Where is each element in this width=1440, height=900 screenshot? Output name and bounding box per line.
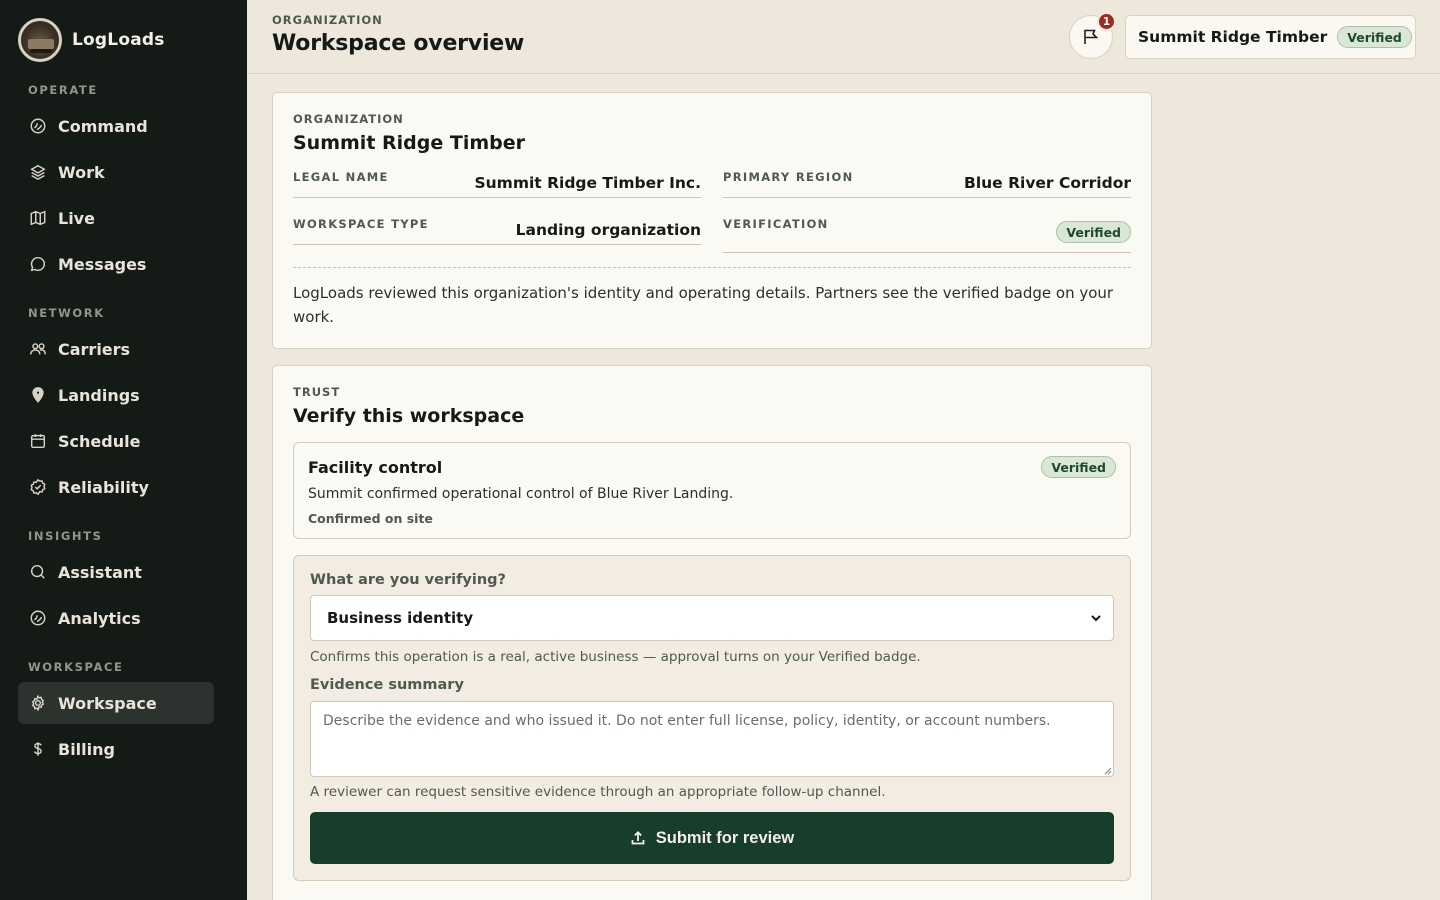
submit-for-review-button[interactable]: Submit for review — [310, 812, 1114, 864]
sidebar-item-messages[interactable]: Messages — [18, 243, 214, 285]
field-label: VERIFICATION — [723, 217, 829, 231]
facility-description: Summit confirmed operational control of … — [308, 486, 734, 502]
analytics-icon — [28, 608, 48, 628]
field-value: Landing organization — [515, 221, 701, 239]
sidebar-item-label: Work — [58, 162, 105, 182]
organization-card: ORGANIZATION Summit Ridge Timber LEGAL N… — [272, 92, 1152, 349]
nav-section-network: NETWORK — [28, 306, 105, 320]
field-label: WORKSPACE TYPE — [293, 217, 429, 231]
verification-type-help: Confirms this operation is a real, activ… — [310, 649, 921, 665]
search-icon — [28, 562, 48, 582]
sidebar-item-landings[interactable]: Landings — [18, 374, 214, 416]
field-label: PRIMARY REGION — [723, 170, 854, 184]
org-name: Summit Ridge Timber — [1138, 28, 1328, 46]
sidebar-item-label: Landings — [58, 385, 140, 405]
calendar-icon — [28, 431, 48, 451]
sidebar-item-label: Workspace — [58, 693, 157, 713]
field-value: Blue River Corridor — [964, 174, 1131, 192]
notifications-button[interactable]: 1 — [1069, 12, 1116, 59]
badge-check-icon — [28, 477, 48, 497]
nav-section-insights: INSIGHTS — [28, 529, 103, 543]
divider — [293, 267, 1131, 268]
field-label: LEGAL NAME — [293, 170, 389, 184]
gear-icon — [28, 693, 48, 713]
sidebar-item-reliability[interactable]: Reliability — [18, 466, 214, 508]
evidence-summary-textarea[interactable] — [310, 701, 1114, 777]
field-value: Summit Ridge Timber Inc. — [474, 174, 701, 192]
verification-status-badge: Verified — [1056, 221, 1131, 243]
flag-icon — [1081, 27, 1101, 47]
verification-form: What are you verifying? Business identit… — [293, 555, 1131, 881]
map-icon — [28, 208, 48, 228]
sidebar-item-carriers[interactable]: Carriers — [18, 328, 214, 370]
sidebar-item-assistant[interactable]: Assistant — [18, 551, 214, 593]
sidebar-item-schedule[interactable]: Schedule — [18, 420, 214, 462]
header-eyebrow: ORGANIZATION — [272, 13, 383, 27]
notification-count-badge: 1 — [1097, 12, 1116, 31]
verification-type-select[interactable]: Business identity — [310, 595, 1114, 641]
chat-icon — [28, 254, 48, 274]
layers-icon — [28, 162, 48, 182]
verified-badge: Verified — [1337, 26, 1412, 48]
brand[interactable]: LogLoads — [18, 18, 165, 62]
facility-verified-badge: Verified — [1041, 456, 1116, 478]
organization-description: LogLoads reviewed this organization's id… — [293, 284, 1114, 326]
org-switcher[interactable]: Summit Ridge Timber Verified — [1125, 15, 1416, 59]
card-title: Summit Ridge Timber — [293, 132, 525, 154]
card-title: Verify this workspace — [293, 405, 525, 427]
field-verification: VERIFICATION Verified — [723, 211, 1131, 253]
sidebar-item-label: Analytics — [58, 608, 141, 628]
card-eyebrow: TRUST — [293, 385, 341, 399]
sidebar-item-label: Carriers — [58, 339, 131, 359]
sidebar-item-command[interactable]: Command — [18, 105, 214, 147]
brand-name: LogLoads — [72, 30, 165, 50]
sidebar: LogLoads OPERATE Command Work Live Messa… — [0, 0, 247, 900]
sidebar-item-label: Messages — [58, 254, 147, 274]
sidebar-item-analytics[interactable]: Analytics — [18, 597, 214, 639]
facility-control-item: Facility control Verified Summit confirm… — [293, 442, 1131, 539]
logo — [18, 18, 62, 62]
verification-type-label: What are you verifying? — [310, 572, 506, 588]
field-primary-region: PRIMARY REGION Blue River Corridor — [723, 164, 1131, 198]
select-value: Business identity — [327, 609, 474, 627]
nav-section-operate: OPERATE — [28, 83, 98, 97]
page-header: ORGANIZATION Workspace overview 1 Summit… — [247, 0, 1440, 74]
page-title: Workspace overview — [272, 31, 525, 56]
sidebar-item-work[interactable]: Work — [18, 151, 214, 193]
dollar-icon — [28, 739, 48, 759]
sidebar-item-label: Billing — [58, 739, 115, 759]
chevron-down-icon — [1089, 611, 1103, 625]
pin-icon — [28, 385, 48, 405]
upload-icon — [630, 830, 646, 846]
sidebar-item-label: Reliability — [58, 477, 149, 497]
verify-workspace-card: TRUST Verify this workspace Facility con… — [272, 365, 1152, 900]
nav-section-workspace: WORKSPACE — [28, 660, 124, 674]
submit-button-label: Submit for review — [655, 828, 795, 847]
sidebar-item-label: Schedule — [58, 431, 141, 451]
evidence-summary-help: A reviewer can request sensitive evidenc… — [310, 784, 886, 800]
resize-handle-icon[interactable] — [1102, 765, 1112, 775]
sidebar-item-billing[interactable]: Billing — [18, 728, 214, 770]
command-icon — [28, 116, 48, 136]
sidebar-item-label: Live — [58, 208, 95, 228]
users-icon — [28, 339, 48, 359]
sidebar-item-label: Assistant — [58, 562, 142, 582]
evidence-summary-label: Evidence summary — [310, 677, 464, 693]
sidebar-item-live[interactable]: Live — [18, 197, 214, 239]
sidebar-item-workspace[interactable]: Workspace — [18, 682, 214, 724]
facility-title: Facility control — [308, 458, 443, 477]
card-eyebrow: ORGANIZATION — [293, 112, 404, 126]
field-workspace-type: WORKSPACE TYPE Landing organization — [293, 211, 701, 245]
facility-note: Confirmed on site — [308, 511, 433, 526]
field-legal-name: LEGAL NAME Summit Ridge Timber Inc. — [293, 164, 701, 198]
sidebar-item-label: Command — [58, 116, 148, 136]
